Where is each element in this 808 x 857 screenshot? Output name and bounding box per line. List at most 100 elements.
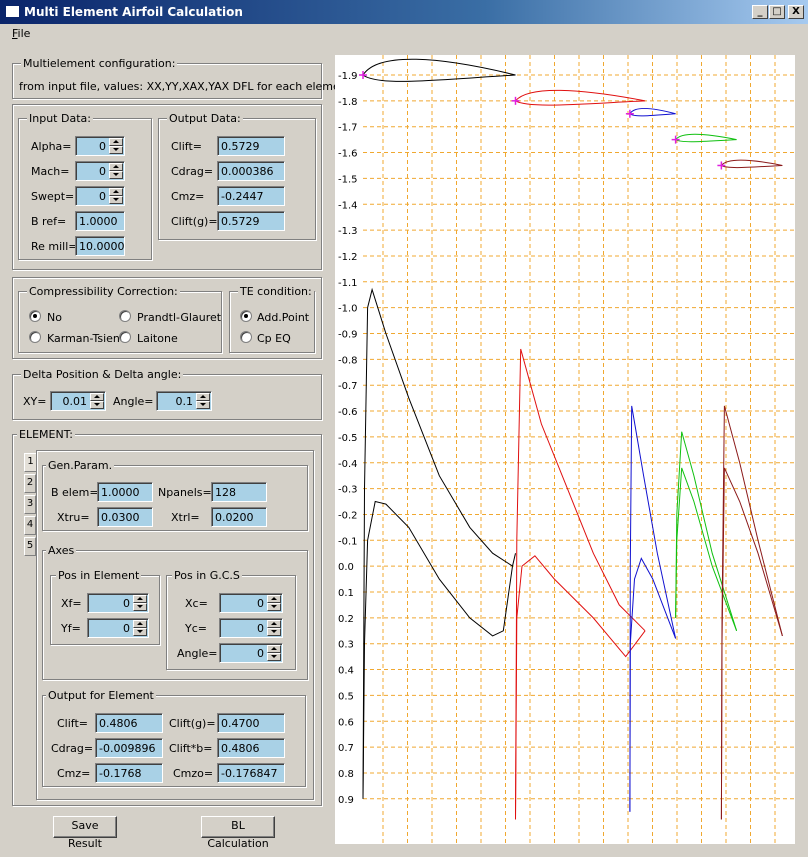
element-tab-4[interactable]: 4 — [24, 516, 36, 535]
el-cdrag-label: Cdrag= — [51, 742, 94, 755]
clift-label: Clift= — [171, 140, 203, 153]
yf-spinbox[interactable]: 0 — [87, 618, 149, 638]
element-tab-2[interactable]: 2 — [24, 474, 36, 493]
el-clift-field[interactable]: 0.4806 — [95, 713, 163, 733]
alpha-up-arrow-icon[interactable] — [109, 138, 123, 146]
cdrag-field[interactable]: 0.000386 — [217, 161, 285, 181]
swept-up-arrow-icon[interactable] — [109, 188, 123, 196]
delta-xy-down-arrow-icon[interactable] — [90, 401, 104, 409]
compressibility-group: Compressibility Correction: No Prandtl-G… — [18, 285, 222, 353]
delta-xy-up-arrow-icon[interactable] — [90, 393, 104, 401]
gcs-angle-spinbox[interactable]: 0 — [219, 643, 283, 663]
xc-up-arrow-icon[interactable] — [267, 595, 281, 603]
el-cliftg-field[interactable]: 0.4700 — [217, 713, 285, 733]
element-tab-5[interactable]: 5 — [24, 537, 36, 556]
belem-label: B elem= — [51, 486, 99, 499]
compressibility-label: Compressibility Correction: — [27, 285, 180, 298]
remill-label: Re mill= — [31, 240, 78, 253]
el-cdrag-field[interactable]: -0.009896 — [95, 738, 163, 758]
xf-down-arrow-icon[interactable] — [133, 603, 147, 611]
mach-down-arrow-icon[interactable] — [109, 171, 123, 179]
xf-spinbox[interactable]: 0 — [87, 593, 149, 613]
yf-up-arrow-icon[interactable] — [133, 620, 147, 628]
radio-laitone[interactable] — [119, 331, 131, 343]
y-tick-label: -0.7 — [338, 381, 358, 392]
swept-spinbox[interactable]: 0 — [75, 186, 125, 206]
cp-curve-element-2-cp-lower — [515, 555, 646, 820]
radio-add-point[interactable] — [240, 310, 252, 322]
element-tab-1[interactable]: 1 — [24, 453, 36, 472]
bl-calculation-button[interactable]: BL Calculation — [201, 816, 275, 850]
cp-plot: -1.9 -1.8 -1.7 -1.6 -1.5 -1.4 -1.3 -1.2 -1.1 -1.0… — [335, 55, 795, 844]
y-tick-label: 0.5 — [338, 691, 354, 702]
airfoil-shape-element-5 — [720, 159, 783, 169]
y-tick-label: -1.1 — [338, 278, 358, 289]
xf-up-arrow-icon[interactable] — [133, 595, 147, 603]
yc-value: 0 — [257, 622, 264, 635]
xc-down-arrow-icon[interactable] — [267, 603, 281, 611]
bref-field[interactable]: 1.0000 — [75, 211, 125, 231]
xtrl-field[interactable]: 0.0200 — [211, 507, 267, 527]
el-cliftb-field[interactable]: 0.4806 — [217, 738, 285, 758]
menu-file[interactable]: File — [12, 27, 30, 40]
gcs-angle-up-arrow-icon[interactable] — [267, 645, 281, 653]
yc-up-arrow-icon[interactable] — [267, 620, 281, 628]
minimize-button[interactable]: _ — [752, 5, 768, 19]
delta-xy-spinbox[interactable]: 0.01 — [50, 391, 106, 411]
delta-angle-value: 0.1 — [175, 395, 194, 408]
yf-value: 0 — [123, 622, 130, 635]
delta-angle-spinbox[interactable]: 0.1 — [156, 391, 212, 411]
delta-angle-up-arrow-icon[interactable] — [196, 393, 210, 401]
radio-karman-tsien[interactable] — [29, 331, 41, 343]
xc-spinbox[interactable]: 0 — [219, 593, 283, 613]
axes-label: Axes — [46, 544, 77, 557]
xtrl-label: Xtrl= — [171, 511, 200, 524]
el-cmz-label: Cmz= — [57, 767, 91, 780]
xtru-field[interactable]: 0.0300 — [97, 507, 153, 527]
y-tick-label: -0.8 — [338, 355, 358, 366]
element-tab-3[interactable]: 3 — [24, 495, 36, 514]
belem-field[interactable]: 1.0000 — [97, 482, 153, 502]
npanels-field[interactable]: 128 — [211, 482, 267, 502]
delta-angle-down-arrow-icon[interactable] — [196, 401, 210, 409]
gcs-angle-down-arrow-icon[interactable] — [267, 653, 281, 661]
y-tick-label: 0.2 — [338, 614, 354, 625]
radio-prandtl-glauret[interactable] — [119, 310, 131, 322]
maximize-button[interactable]: □ — [769, 5, 785, 19]
element-output-group: Output for Element Clift= 0.4806 Clift(g… — [42, 689, 306, 787]
el-cmz-field[interactable]: -0.1768 — [95, 763, 163, 783]
mach-spinbox[interactable]: 0 — [75, 161, 125, 181]
xf-label: Xf= — [61, 597, 82, 610]
el-cmzo-field[interactable]: -0.176847 — [217, 763, 285, 783]
swept-down-arrow-icon[interactable] — [109, 196, 123, 204]
alpha-down-arrow-icon[interactable] — [109, 146, 123, 154]
yc-down-arrow-icon[interactable] — [267, 628, 281, 636]
save-result-button[interactable]: Save Result — [53, 816, 117, 850]
alpha-spinbox[interactable]: 0 — [75, 136, 125, 156]
cliftg-field[interactable]: 0.5729 — [217, 211, 285, 231]
y-tick-label: 0.4 — [338, 666, 354, 677]
y-tick-label: -1.0 — [338, 304, 358, 315]
radio-cp-eq[interactable] — [240, 331, 252, 343]
cdrag-label: Cdrag= — [171, 165, 214, 178]
radio-no[interactable] — [29, 310, 41, 322]
y-tick-label: -0.3 — [338, 485, 358, 496]
bref-label: B ref= — [31, 215, 67, 228]
mach-up-arrow-icon[interactable] — [109, 163, 123, 171]
y-tick-label: -1.5 — [338, 174, 358, 185]
xc-label: Xc= — [185, 597, 208, 610]
cmz-field[interactable]: -0.2447 — [217, 186, 285, 206]
xtru-label: Xtru= — [57, 511, 90, 524]
config-text: from input file, values: XX,YY,XAX,YAX D… — [19, 80, 357, 93]
yc-spinbox[interactable]: 0 — [219, 618, 283, 638]
close-button[interactable]: X — [788, 5, 804, 19]
output-data-group: Output Data: Clift= 0.5729 Cdrag= 0.0003… — [158, 112, 316, 240]
remill-field[interactable]: 10.0000 — [75, 236, 125, 256]
el-cmzo-label: Cmzo= — [173, 767, 214, 780]
gcs-angle-label: Angle= — [177, 647, 218, 660]
delta-group: Delta Position & Delta angle: XY= 0.01 A… — [12, 368, 322, 420]
y-tick-label: -1.8 — [338, 97, 358, 108]
yf-down-arrow-icon[interactable] — [133, 628, 147, 636]
app-icon — [5, 5, 20, 18]
clift-field[interactable]: 0.5729 — [217, 136, 285, 156]
